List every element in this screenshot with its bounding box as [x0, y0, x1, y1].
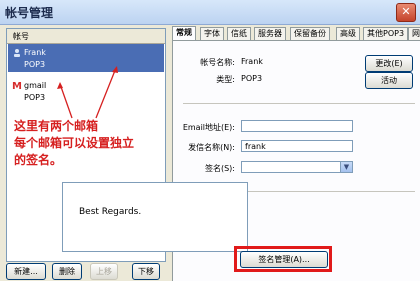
new-account-button[interactable]: 新建... [6, 263, 46, 280]
account-item-frank[interactable]: Frank POP3 [8, 44, 164, 72]
highlight-box [234, 246, 332, 272]
tab-other-pop3[interactable]: 其他POP3 [363, 27, 409, 40]
sender-name-label: 发信名称(N): [188, 143, 235, 152]
move-down-button[interactable]: 下移 [132, 263, 160, 280]
annotation-line: 的签名。 [14, 153, 63, 167]
signature-label: 签名(S): [204, 164, 235, 173]
tab-bar: 常规 字体 信纸 服务器 保留备份 高级 其他POP3 网 [172, 26, 420, 41]
account-list-header-label: 帐号 [13, 32, 29, 41]
account-name: Frank [24, 48, 46, 57]
email-field[interactable] [241, 120, 353, 132]
signature-preview-text: Best Regards. [79, 207, 142, 217]
account-type: POP3 [24, 93, 46, 102]
close-icon[interactable]: ✕ [396, 3, 416, 22]
move-up-button[interactable]: 上移 [90, 263, 118, 280]
email-label: Email地址(E): [182, 123, 235, 132]
change-button[interactable]: 更改(E) [365, 55, 413, 72]
account-item-gmail[interactable]: M gmail POP3 [8, 77, 164, 105]
tab-more[interactable]: 网 [408, 27, 420, 40]
gmail-icon: M [12, 81, 22, 92]
tab-backup[interactable]: 保留备份 [290, 27, 330, 40]
tab-general[interactable]: 常规 [172, 26, 196, 41]
tab-stationery[interactable]: 信纸 [227, 27, 251, 40]
divider [235, 191, 415, 192]
sender-name-field[interactable]: frank [241, 140, 353, 152]
annotation-line: 每个邮箱可以设置独立 [14, 136, 135, 150]
user-icon [12, 48, 22, 61]
chevron-down-icon[interactable]: ▼ [340, 162, 352, 172]
activate-button[interactable]: 活动 [365, 72, 413, 89]
signature-select[interactable]: ▼ [241, 161, 353, 173]
tab-font[interactable]: 字体 [200, 27, 224, 40]
type-value: POP3 [241, 74, 263, 83]
tab-server[interactable]: 服务器 [254, 27, 286, 40]
type-label: 类型: [216, 75, 235, 84]
divider [183, 103, 415, 104]
account-list-header: 帐号 [7, 29, 165, 44]
tab-advanced[interactable]: 高级 [336, 27, 360, 40]
account-type: POP3 [24, 60, 46, 69]
title-bar: 帐号管理 ✕ [0, 0, 420, 25]
signature-preview: Best Regards. [62, 182, 248, 252]
account-name: gmail [24, 81, 47, 90]
annotation-line: 这里有两个邮箱 [14, 119, 99, 133]
window-title: 帐号管理 [5, 6, 54, 20]
delete-account-button[interactable]: 删除 [52, 263, 82, 280]
account-name-value: Frank [241, 57, 263, 66]
annotation-note: 这里有两个邮箱 每个邮箱可以设置独立 的签名。 [14, 118, 164, 169]
account-name-label: 帐号名称: [200, 58, 235, 67]
